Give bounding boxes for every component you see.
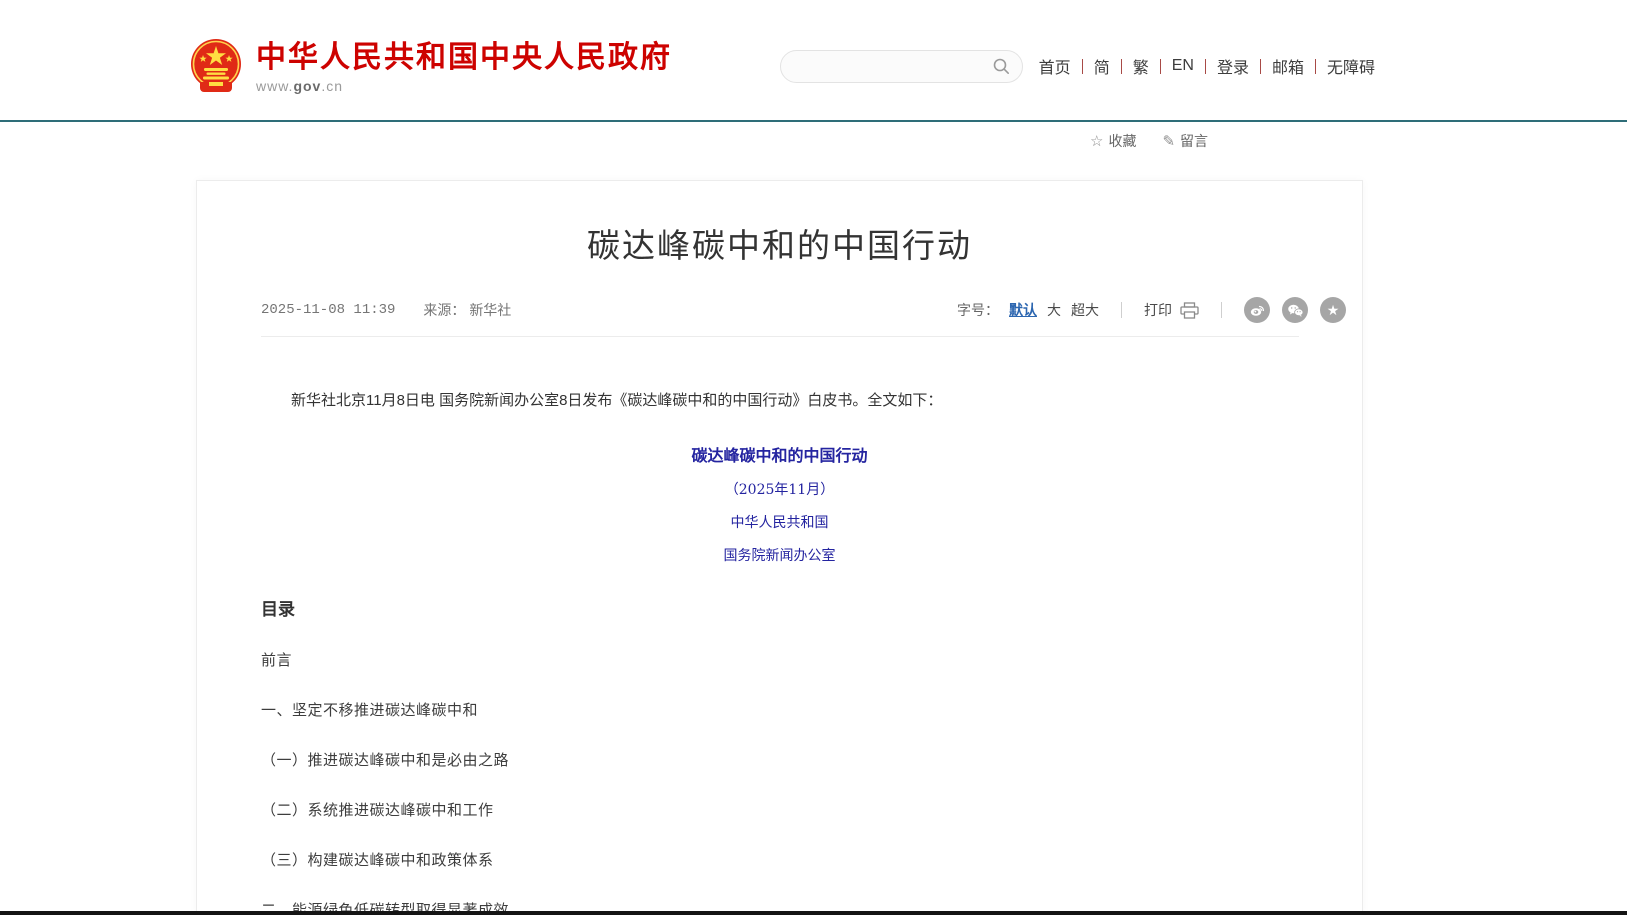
document-title: 碳达峰碳中和的中国行动	[261, 442, 1298, 466]
document-org-line2: 国务院新闻办公室	[261, 545, 1298, 565]
font-size-large[interactable]: 大	[1047, 300, 1061, 320]
site-title: 中华人民共和国中央人民政府	[256, 41, 672, 74]
nav-simplified[interactable]: 简	[1094, 54, 1110, 78]
national-emblem-logo	[190, 38, 242, 96]
favorite-label: 收藏	[1108, 131, 1136, 151]
font-size-label: 字号：	[957, 300, 999, 320]
font-size-xlarge[interactable]: 超大	[1071, 300, 1099, 320]
nav-separator	[1315, 59, 1316, 74]
article-meta-controls: 字号： 默认 大 超大 打印	[957, 297, 1346, 323]
nav-mail[interactable]: 邮箱	[1272, 54, 1304, 78]
star-share-icon[interactable]: ★	[1320, 297, 1346, 323]
document-date: （2025年11月）	[261, 479, 1298, 499]
printer-icon	[1180, 302, 1199, 319]
article-body: 新华社北京11月8日电 国务院新闻办公室8日发布《碳达峰碳中和的中国行动》白皮书…	[197, 389, 1362, 915]
toc-title: 目录	[261, 595, 1298, 620]
comment-button[interactable]: ✎ 留言	[1162, 131, 1208, 151]
print-label: 打印	[1144, 300, 1172, 320]
pencil-icon: ✎	[1162, 132, 1175, 150]
site-url: www.gov.cn	[256, 78, 672, 94]
window-bottom-edge	[0, 911, 1627, 915]
header-right: 首页简繁 EN 登录邮箱无障碍	[780, 49, 1375, 83]
share-icons: ★	[1244, 297, 1346, 323]
vertical-divider	[1221, 302, 1222, 318]
nav-separator	[1260, 59, 1261, 74]
vertical-divider	[1121, 302, 1122, 318]
wechat-icon[interactable]	[1282, 297, 1308, 323]
toc-item: 一、坚定不移推进碳达峰碳中和	[261, 699, 1298, 720]
article-title: 碳达峰碳中和的中国行动	[197, 219, 1362, 267]
font-size-default[interactable]: 默认	[1009, 300, 1037, 320]
page-actions: ☆ 收藏 ✎ 留言	[1090, 131, 1208, 151]
header-divider-line	[0, 120, 1627, 122]
nav-separator	[1205, 59, 1206, 74]
nav-traditional[interactable]: 繁	[1133, 54, 1149, 78]
search-box[interactable]	[780, 50, 1023, 83]
toc-item: （二）系统推进碳达峰碳中和工作	[261, 799, 1298, 820]
nav-home[interactable]: 首页	[1039, 54, 1071, 78]
top-nav: 首页简繁 EN 登录邮箱无障碍	[1039, 54, 1375, 78]
nav-login[interactable]: 登录	[1217, 54, 1249, 78]
search-input[interactable]	[793, 58, 992, 74]
publish-date: 2025-11-08 11:39	[261, 302, 395, 318]
intro-paragraph: 新华社北京11月8日电 国务院新闻办公室8日发布《碳达峰碳中和的中国行动》白皮书…	[261, 389, 1298, 414]
document-org-line1: 中华人民共和国	[261, 512, 1298, 532]
nav-accessibility[interactable]: 无障碍	[1327, 54, 1375, 78]
article-meta-row: 2025-11-08 11:39 来源： 新华社 字号： 默认 大 超大 打印	[261, 297, 1346, 323]
site-brand[interactable]: 中华人民共和国中央人民政府 www.gov.cn	[190, 38, 672, 96]
nav-separator	[1121, 59, 1122, 74]
toc-item: （一）推进碳达峰碳中和是必由之路	[261, 749, 1298, 770]
toc-item: （三）构建碳达峰碳中和政策体系	[261, 849, 1298, 870]
nav-separator	[1082, 59, 1083, 74]
star-outline-icon: ☆	[1090, 132, 1103, 150]
weibo-icon[interactable]	[1244, 297, 1270, 323]
toc-item: 前言	[261, 649, 1298, 670]
favorite-button[interactable]: ☆ 收藏	[1090, 131, 1136, 151]
print-button[interactable]: 打印	[1144, 300, 1199, 320]
nav-english[interactable]: EN	[1172, 57, 1194, 75]
site-header: 中华人民共和国中央人民政府 www.gov.cn 首页简繁 EN 登录邮箱无障碍	[0, 0, 1627, 120]
nav-separator	[1160, 59, 1161, 74]
source: 来源： 新华社	[423, 300, 511, 320]
meta-divider-line	[261, 336, 1299, 337]
search-icon[interactable]	[992, 57, 1010, 75]
article-card: 碳达峰碳中和的中国行动 2025-11-08 11:39 来源： 新华社 字号：…	[196, 180, 1363, 915]
article-meta-left: 2025-11-08 11:39 来源： 新华社	[261, 300, 511, 320]
comment-label: 留言	[1180, 131, 1208, 151]
